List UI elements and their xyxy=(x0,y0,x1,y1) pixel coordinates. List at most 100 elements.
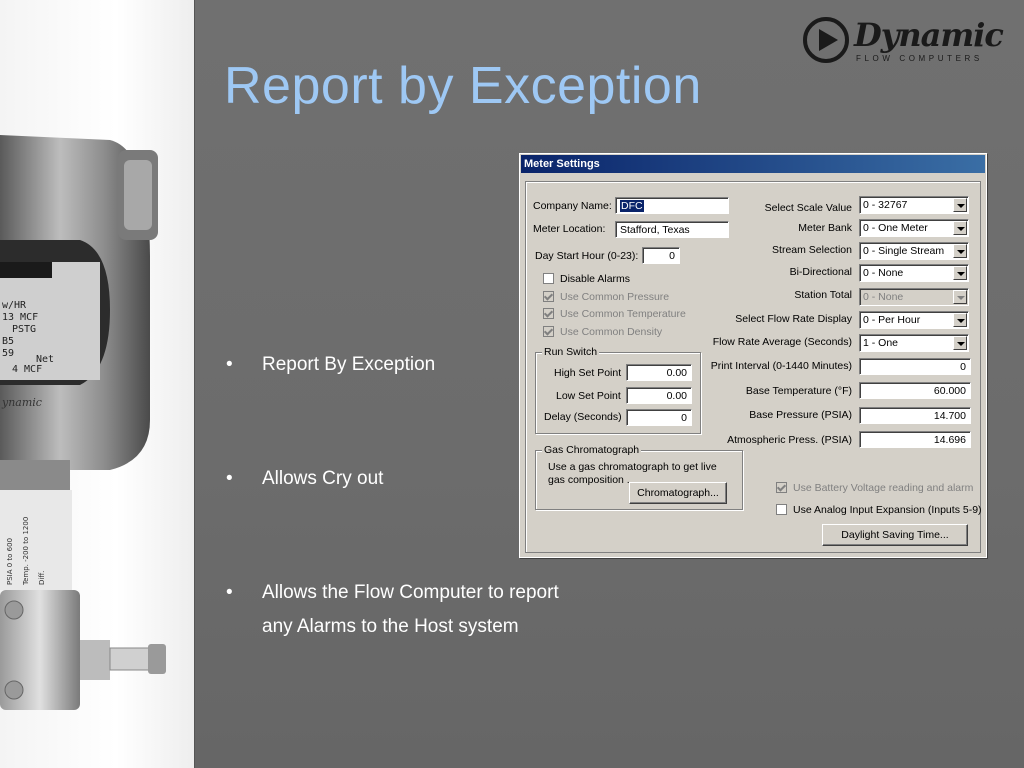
bullet-text: any Alarms to the Host system xyxy=(262,616,519,637)
chevron-down-icon[interactable] xyxy=(953,336,967,350)
meter-location-label: Meter Location: xyxy=(533,223,606,235)
bullet-item: • Allows the Flow Computer to report any… xyxy=(226,576,606,644)
display-line: 59 xyxy=(2,348,14,359)
use-common-pressure-checkbox[interactable]: Use Common Pressure xyxy=(543,291,669,304)
checkbox-box[interactable] xyxy=(543,273,554,284)
atmospheric-pressure-field[interactable]: 14.696 xyxy=(859,431,971,448)
bullet-text: Allows the Flow Computer to report xyxy=(262,582,559,603)
combo-value: 0 - Single Stream xyxy=(863,245,945,257)
station-total-combo[interactable]: 0 - None xyxy=(859,288,969,306)
chromatograph-button[interactable]: Chromatograph... xyxy=(629,482,727,504)
bi-directional-label: Bi-Directional xyxy=(789,266,852,278)
gas-chromatograph-title: Gas Chromatograph xyxy=(542,443,642,457)
battery-voltage-checkbox[interactable]: Use Battery Voltage reading and alarm xyxy=(776,482,973,495)
display-line: B5 xyxy=(2,336,14,347)
bullet-dot: • xyxy=(226,354,233,375)
stream-selection-label: Stream Selection xyxy=(772,244,852,256)
display-line: 13 MCF xyxy=(2,312,38,323)
chevron-down-icon[interactable] xyxy=(953,244,967,258)
checkbox-label: Use Common Pressure xyxy=(560,291,670,303)
chevron-down-icon[interactable] xyxy=(953,313,967,327)
bullet-text: Report By Exception xyxy=(262,354,436,375)
low-set-point-label: Low Set Point xyxy=(556,390,621,402)
display-line: 4 MCF xyxy=(12,364,42,375)
day-start-hour-field[interactable]: 0 xyxy=(642,247,680,264)
pressure-transmitter-photo: w/HR 13 MCF PSTG B5 59 Net 4 MCF ynamic … xyxy=(0,135,166,710)
company-name-field[interactable]: DFC xyxy=(615,197,729,214)
select-scale-value-combo[interactable]: 0 - 32767 xyxy=(859,196,969,214)
combo-value: 0 - One Meter xyxy=(863,222,928,234)
checkbox-box[interactable] xyxy=(776,504,787,515)
analog-input-expansion-checkbox[interactable]: Use Analog Input Expansion (Inputs 5-9) xyxy=(776,504,982,517)
slide-title: Report by Exception xyxy=(224,57,702,115)
checkbox-label: Use Analog Input Expansion (Inputs 5-9) xyxy=(793,504,982,516)
delay-field[interactable]: 0 xyxy=(626,409,692,426)
station-total-label: Station Total xyxy=(794,289,852,301)
plate-label: PSIA 0 to 600 xyxy=(6,538,14,585)
checkbox-label: Use Common Temperature xyxy=(560,308,686,320)
combo-value: 0 - Per Hour xyxy=(863,314,921,326)
combo-value: 1 - One xyxy=(863,337,899,349)
bullet-item: • Allows Cry out xyxy=(226,462,526,496)
chevron-down-icon[interactable] xyxy=(953,221,967,235)
run-switch-title: Run Switch xyxy=(542,345,600,359)
checkbox-label: Disable Alarms xyxy=(560,273,631,285)
dialog-title: Meter Settings xyxy=(524,158,600,170)
gas-chromatograph-group: Gas Chromatograph Use a gas chromatograp… xyxy=(535,443,743,510)
plate-label: Temp. -200 to 1200 xyxy=(22,517,30,586)
combo-value: 0 - None xyxy=(863,267,904,279)
logo-brand: Dynamic xyxy=(854,16,1004,54)
flow-rate-display-label: Select Flow Rate Display xyxy=(735,313,852,325)
chevron-down-icon[interactable] xyxy=(953,198,967,212)
checkbox-label: Use Common Density xyxy=(560,326,663,338)
meter-bank-label: Meter Bank xyxy=(798,222,852,234)
chevron-down-icon[interactable] xyxy=(953,266,967,280)
combo-value: 0 - None xyxy=(863,291,904,303)
base-temperature-label: Base Temperature (°F) xyxy=(745,385,852,397)
print-interval-field[interactable]: 0 xyxy=(859,358,971,375)
display-line: PSTG xyxy=(12,324,36,335)
flow-rate-display-combo[interactable]: 0 - Per Hour xyxy=(859,311,969,329)
dialog-content: Company Name: DFC Meter Location: Staffo… xyxy=(525,181,982,553)
dialog-title-bar[interactable]: Meter Settings xyxy=(521,155,985,173)
logo-tagline: FLOW COMPUTERS xyxy=(856,54,983,63)
high-set-point-field[interactable]: 0.00 xyxy=(626,364,692,381)
daylight-saving-time-button[interactable]: Daylight Saving Time... xyxy=(822,524,968,546)
display-line: w/HR xyxy=(2,300,27,311)
stream-selection-combo[interactable]: 0 - Single Stream xyxy=(859,242,969,260)
bullet-text: Allows Cry out xyxy=(262,468,384,489)
checkbox-label: Use Battery Voltage reading and alarm xyxy=(793,482,974,494)
run-switch-group: Run Switch High Set Point 0.00 Low Set P… xyxy=(535,345,701,434)
base-pressure-field[interactable]: 14.700 xyxy=(859,407,971,424)
dynamic-logo: Dynamic FLOW COMPUTERS xyxy=(802,14,1012,70)
low-set-point-field[interactable]: 0.00 xyxy=(626,387,692,404)
flow-rate-average-combo[interactable]: 1 - One xyxy=(859,334,969,352)
use-common-density-checkbox[interactable]: Use Common Density xyxy=(543,326,662,339)
flow-rate-average-label: Flow Rate Average (Seconds) xyxy=(712,336,852,348)
meter-settings-dialog: Meter Settings Company Name: DFC Meter L… xyxy=(519,153,987,558)
company-name-label: Company Name: xyxy=(533,200,612,212)
checkbox-box[interactable] xyxy=(543,308,554,319)
transmitter-brand: ynamic xyxy=(1,396,42,409)
company-name-value: DFC xyxy=(620,200,644,212)
high-set-point-label: High Set Point xyxy=(554,367,622,379)
meter-bank-combo[interactable]: 0 - One Meter xyxy=(859,219,969,237)
bi-directional-combo[interactable]: 0 - None xyxy=(859,264,969,282)
checkbox-box[interactable] xyxy=(543,291,554,302)
meter-location-field[interactable]: Stafford, Texas xyxy=(615,221,729,238)
atmospheric-pressure-label: Atmospheric Press. (PSIA) xyxy=(727,434,852,446)
day-start-hour-label: Day Start Hour (0-23): xyxy=(535,250,639,262)
bullet-item: • Report By Exception xyxy=(226,348,526,382)
combo-value: 0 - 32767 xyxy=(863,199,908,211)
checkbox-box[interactable] xyxy=(543,326,554,337)
bullet-dot: • xyxy=(226,582,233,603)
bullet-dot: • xyxy=(226,468,233,489)
base-temperature-field[interactable]: 60.000 xyxy=(859,382,971,399)
chevron-down-icon[interactable] xyxy=(953,290,967,304)
checkbox-box[interactable] xyxy=(776,482,787,493)
delay-label: Delay (Seconds) xyxy=(544,411,622,423)
select-scale-value-label: Select Scale Value xyxy=(764,202,852,214)
use-common-temperature-checkbox[interactable]: Use Common Temperature xyxy=(543,308,686,321)
disable-alarms-checkbox[interactable]: Disable Alarms xyxy=(543,273,630,286)
print-interval-label: Print Interval (0-1440 Minutes) xyxy=(710,360,852,372)
